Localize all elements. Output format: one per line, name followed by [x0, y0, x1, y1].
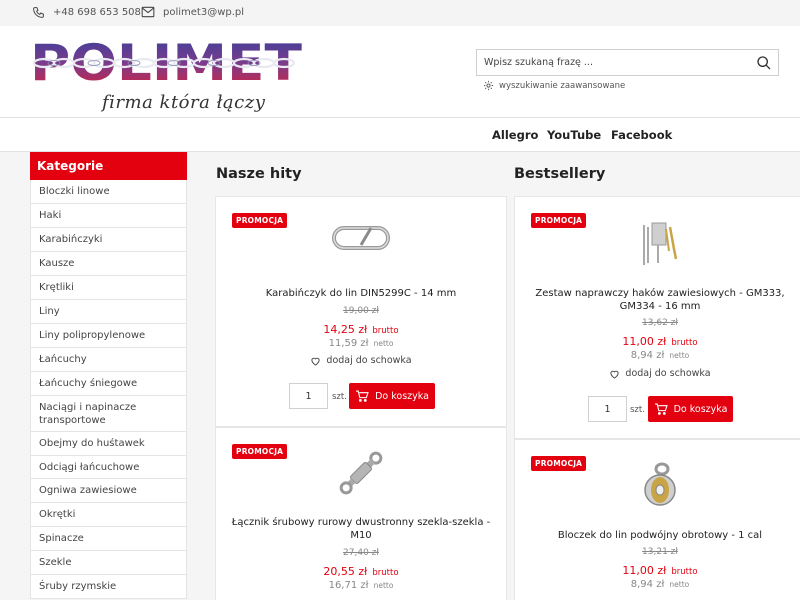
advanced-search-label: wyszukiwanie zaawansowane: [499, 80, 626, 91]
sidebar-title: Kategorie: [30, 152, 187, 180]
unit-label: szt.: [630, 405, 645, 415]
product-name[interactable]: Łącznik śrubowy rurowy dwustronny szekla…: [226, 516, 496, 542]
sidebar-item-karabinczyki[interactable]: Karabińczyki: [31, 228, 186, 252]
carabiner-image[interactable]: [331, 223, 391, 253]
top-bar: +48 698 653 508 polimet3@wp.pl: [0, 0, 800, 26]
logo-tagline: firma która łączy: [102, 92, 266, 113]
nav-youtube[interactable]: YouTube: [547, 128, 601, 142]
add-to-favorites[interactable]: dodaj do schowka: [216, 355, 506, 366]
search-icon[interactable]: [756, 55, 772, 71]
logo-wordmark: POLIMET: [30, 34, 302, 92]
net-price: 11,59 zł netto: [216, 331, 506, 350]
sidebar-item-kausze[interactable]: Kausze: [31, 252, 186, 276]
hook-repair-kit-image[interactable]: [638, 219, 682, 269]
phone-number: +48 698 653 508: [53, 7, 141, 18]
heart-icon: [311, 357, 321, 366]
net-price-value: 11,59 zł: [328, 338, 369, 349]
sidebar-item-lancuchy[interactable]: Łańcuchy: [31, 348, 186, 372]
old-price: 13,21 zł: [642, 547, 678, 557]
sidebar-item-liny-polipropylenowe[interactable]: Liny polipropylenowe: [31, 324, 186, 348]
sidebar-item-obejmy[interactable]: Obejmy do huśtawek: [31, 432, 186, 456]
sidebar-item-liny[interactable]: Liny: [31, 300, 186, 324]
sidebar-item-szekle[interactable]: Szekle: [31, 551, 186, 575]
net-price: 16,71 zł netto: [216, 573, 506, 592]
add-to-favorites[interactable]: dodaj do schowka: [515, 368, 800, 379]
nav-allegro[interactable]: Allegro: [492, 128, 538, 142]
net-price-value: 16,71 zł: [328, 580, 369, 591]
net-price-value: 8,94 zł: [630, 350, 665, 361]
mail-icon: [141, 6, 155, 18]
sidebar-item-ogniwa[interactable]: Ogniwa zawiesiowe: [31, 479, 186, 503]
polimet-logo[interactable]: POLIMET firma która łączy: [30, 34, 308, 114]
net-label: netto: [669, 351, 690, 360]
product-card[interactable]: PROMOCJA Łącznik śrubowy rurowy dwustron…: [215, 427, 507, 600]
old-price: 13,62 zł: [642, 318, 678, 328]
promo-badge: PROMOCJA: [232, 444, 288, 459]
net-price-value: 8,94 zł: [630, 579, 665, 590]
sidebar-item-bloczki[interactable]: Bloczki linowe: [31, 180, 186, 204]
email-contact[interactable]: polimet3@wp.pl: [141, 6, 244, 18]
cart-label: Do koszyka: [673, 403, 728, 415]
promo-badge: PROMOCJA: [232, 213, 288, 228]
net-label: netto: [373, 339, 394, 348]
net-price: 8,94 zł netto: [515, 343, 800, 362]
quantity-input[interactable]: [289, 383, 328, 409]
svg-text:POLIMET: POLIMET: [30, 34, 302, 90]
add-to-cart-button[interactable]: Do koszyka: [648, 396, 733, 422]
header: POLIMET firma która łączy Wpisz szukaną …: [0, 26, 800, 118]
phone-contact[interactable]: +48 698 653 508: [32, 6, 141, 19]
nav-facebook[interactable]: Facebook: [611, 128, 672, 142]
product-card[interactable]: PROMOCJA Karabińczyk do lin DIN5299C - 1…: [215, 196, 507, 427]
sidebar-item-kretliki[interactable]: Krętliki: [31, 276, 186, 300]
product-name[interactable]: Bloczek do lin podwójny obrotowy - 1 cal: [525, 529, 795, 542]
sidebar-item-odciagi[interactable]: Odciągi łańcuchowe: [31, 456, 186, 479]
favorite-label: dodaj do schowka: [625, 368, 711, 379]
net-label: netto: [373, 581, 394, 590]
search-box: [476, 49, 779, 76]
add-to-cart-button[interactable]: Do koszyka: [349, 383, 435, 409]
advanced-search-link[interactable]: wyszukiwanie zaawansowane: [483, 80, 625, 91]
product-card[interactable]: PROMOCJA Bloczek do lin podwójny obrotow…: [514, 439, 800, 600]
favorite-label: dodaj do schowka: [326, 355, 412, 366]
bestsellers-section-title: Bestsellery: [514, 166, 606, 182]
sidebar-item-naciagi[interactable]: Naciągi i napinacze transportowe: [31, 396, 186, 432]
old-price: 27,40 zł: [343, 548, 379, 558]
phone-icon: [33, 7, 44, 18]
sidebar-item-haki[interactable]: Haki: [31, 204, 186, 228]
promo-badge: PROMOCJA: [531, 213, 587, 228]
old-price: 19,00 zł: [343, 306, 379, 316]
pulley-block-image[interactable]: [640, 462, 680, 508]
heart-icon: [610, 370, 620, 379]
cart-icon: [654, 403, 668, 415]
category-sidebar: Kategorie Bloczki linowe Haki Karabińczy…: [30, 152, 187, 599]
hits-section-title: Nasze hity: [216, 166, 302, 182]
sidebar-item-okretki[interactable]: Okrętki: [31, 503, 186, 527]
search-input[interactable]: [477, 50, 747, 75]
gear-icon: [483, 80, 494, 91]
quantity-input[interactable]: [588, 396, 627, 422]
product-card[interactable]: PROMOCJA Zestaw naprawczy haków zawiesio…: [514, 196, 800, 439]
sidebar-item-lancuchy-sniegowe[interactable]: Łańcuchy śniegowe: [31, 372, 186, 396]
turnbuckle-image[interactable]: [335, 446, 387, 500]
product-name[interactable]: Karabińczyk do lin DIN5299C - 14 mm: [226, 287, 496, 300]
net-label: netto: [669, 580, 690, 589]
main-nav: Allegro YouTube Facebook: [0, 118, 800, 152]
net-price: 8,94 zł netto: [515, 572, 800, 591]
sidebar-item-sruby-rzymskie[interactable]: Śruby rzymskie: [31, 575, 186, 599]
email-address: polimet3@wp.pl: [163, 6, 245, 18]
product-name[interactable]: Zestaw naprawczy haków zawiesiowych - GM…: [525, 287, 795, 313]
promo-badge: PROMOCJA: [531, 456, 587, 471]
cart-label: Do koszyka: [375, 390, 429, 402]
sidebar-item-spinacze[interactable]: Spinacze: [31, 527, 186, 551]
cart-icon: [356, 390, 369, 402]
unit-label: szt.: [332, 392, 347, 402]
